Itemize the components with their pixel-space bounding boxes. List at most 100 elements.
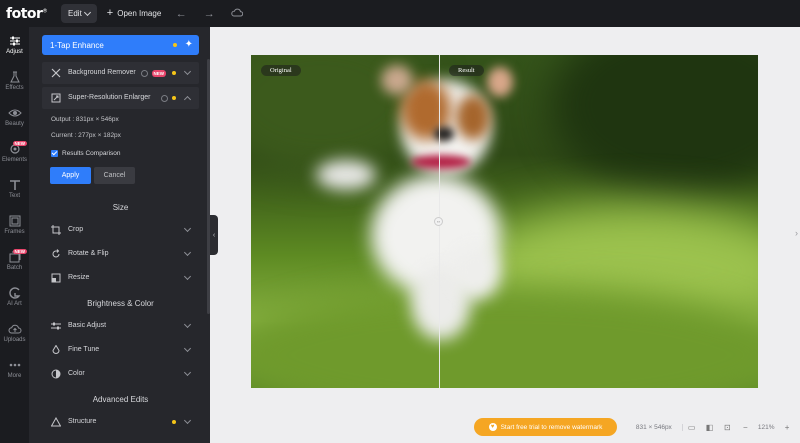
apply-button[interactable]: Apply — [50, 167, 91, 184]
top-bar: fotor® Edit + Open Image ← → — [0, 0, 800, 27]
original-tag: Original — [261, 65, 301, 76]
rail-uploads[interactable]: Uploads — [0, 323, 29, 343]
structure-item[interactable]: Structure — [42, 411, 199, 433]
super-resolution-enlarger-item[interactable]: Super-Resolution Enlarger — [42, 87, 199, 109]
basic-adjust-label: Basic Adjust — [68, 322, 107, 329]
redo-icon[interactable]: → — [201, 8, 217, 20]
rail-effects[interactable]: Effects — [0, 71, 29, 91]
fotor-logo[interactable]: fotor® — [0, 6, 48, 22]
undo-icon[interactable]: ← — [173, 8, 189, 20]
heart-icon: ♥ — [488, 423, 497, 431]
crop-icon — [50, 224, 62, 236]
cancel-button[interactable]: Cancel — [94, 167, 135, 184]
chevron-right-icon[interactable]: › — [795, 228, 798, 238]
text-icon — [9, 180, 20, 190]
new-badge: NEW — [12, 141, 27, 146]
rail-frames[interactable]: Frames — [0, 215, 29, 235]
basic-adjust-item[interactable]: Basic Adjust — [42, 315, 199, 337]
resize-label: Resize — [68, 274, 90, 281]
results-comparison-checkbox[interactable] — [51, 150, 58, 157]
premium-dot — [172, 96, 176, 100]
zoom-level: 121% — [757, 423, 775, 431]
crop-item[interactable]: Crop — [42, 219, 199, 241]
plus-icon: + — [106, 7, 114, 19]
info-icon[interactable] — [123, 117, 129, 123]
color-item[interactable]: Color — [42, 363, 199, 385]
rail-text[interactable]: Text — [0, 179, 29, 199]
dog-ear — [487, 67, 513, 97]
premium-dot — [172, 420, 176, 424]
rail-label: Text — [8, 193, 20, 199]
rail-label: AI Art — [7, 301, 22, 307]
image-icon[interactable]: ▭ — [683, 423, 701, 432]
dog-tail — [316, 160, 376, 190]
collapse-panel-button[interactable]: ‹ — [210, 215, 218, 255]
scissors-icon — [50, 67, 62, 79]
rotate-icon — [50, 248, 62, 260]
rail-more[interactable]: More — [0, 359, 29, 379]
comparison-handle[interactable]: ‹› — [434, 217, 443, 226]
enlarge-icon — [50, 92, 62, 104]
fine-tune-label: Fine Tune — [68, 346, 100, 353]
chevron-down-icon — [183, 416, 192, 425]
rail-label: Elements — [1, 157, 27, 163]
fit-icon[interactable]: ⊡ — [718, 423, 736, 432]
crop-label: Crop — [68, 226, 84, 233]
canvas-toolbar: 831 × 546px ▭ ◧ ⊡ − 121% + — [626, 418, 796, 436]
rail-beauty[interactable]: Beauty — [0, 107, 29, 127]
comparison-image[interactable]: ‹› Original Result — [251, 55, 758, 388]
color-icon — [50, 368, 62, 380]
edit-dropdown[interactable]: Edit — [61, 4, 97, 23]
rail-batch[interactable]: NEW Batch — [0, 249, 29, 271]
drop-icon — [50, 344, 62, 356]
ai-art-icon — [8, 287, 20, 299]
results-comparison-toggle[interactable]: Results Comparison — [51, 150, 121, 157]
logo-text: fotor — [6, 5, 43, 22]
rail-label: Frames — [4, 229, 25, 235]
chevron-down-icon — [83, 8, 91, 16]
rail-label: Uploads — [3, 337, 26, 343]
magic-wand-icon: ✦ — [184, 39, 193, 50]
resize-item[interactable]: Resize — [42, 267, 199, 289]
rail-label: More — [7, 373, 22, 379]
fine-tune-item[interactable]: Fine Tune — [42, 339, 199, 361]
dog-collar — [411, 155, 471, 169]
advanced-section-title: Advanced Edits — [92, 395, 149, 404]
frame-icon — [9, 215, 20, 227]
open-image-label: Open Image — [117, 9, 162, 18]
super-resolution-label: Super-Resolution Enlarger — [68, 94, 151, 101]
rail-label: Effects — [5, 85, 24, 91]
zoom-out-button[interactable]: − — [736, 423, 754, 432]
chevron-down-icon — [183, 272, 192, 281]
rotate-flip-item[interactable]: Rotate & Flip — [42, 243, 199, 265]
rail-adjust[interactable]: Adjust — [0, 31, 29, 59]
results-comparison-label: Results Comparison — [62, 150, 121, 157]
info-icon[interactable] — [140, 69, 148, 77]
chevron-down-icon — [183, 67, 192, 76]
upload-icon — [8, 324, 21, 334]
current-size: Current : 277px × 182px — [51, 132, 121, 139]
size-section-title: Size — [112, 203, 129, 212]
resize-icon — [50, 272, 62, 284]
chevron-down-icon — [183, 344, 192, 353]
rail-ai-art[interactable]: AI Art — [0, 287, 29, 307]
compare-icon[interactable]: ◧ — [701, 423, 719, 432]
rail-elements[interactable]: NEW Elements — [0, 141, 29, 163]
eye-icon — [7, 109, 22, 117]
chevron-up-icon — [183, 95, 192, 104]
canvas-size-text: 831 × 546px — [626, 423, 683, 431]
structure-label: Structure — [68, 418, 97, 425]
info-icon[interactable] — [161, 94, 168, 102]
background-remover-label: Background Remover — [68, 69, 136, 76]
logo-mark: ® — [42, 7, 47, 14]
chevron-down-icon — [183, 320, 192, 329]
chevron-down-icon — [183, 224, 192, 233]
zoom-in-button[interactable]: + — [778, 423, 796, 432]
remove-watermark-button[interactable]: ♥ Start free trial to remove watermark — [474, 418, 617, 436]
one-tap-enhance-button[interactable]: 1-Tap Enhance ✦ — [42, 35, 199, 55]
brightness-section-title: Brightness & Color — [87, 299, 154, 308]
cloud-icon[interactable] — [229, 8, 245, 20]
result-tag: Result — [449, 65, 484, 76]
open-image-button[interactable]: + Open Image — [107, 8, 161, 19]
background-remover-item[interactable]: Background Remover NEW — [42, 62, 199, 84]
